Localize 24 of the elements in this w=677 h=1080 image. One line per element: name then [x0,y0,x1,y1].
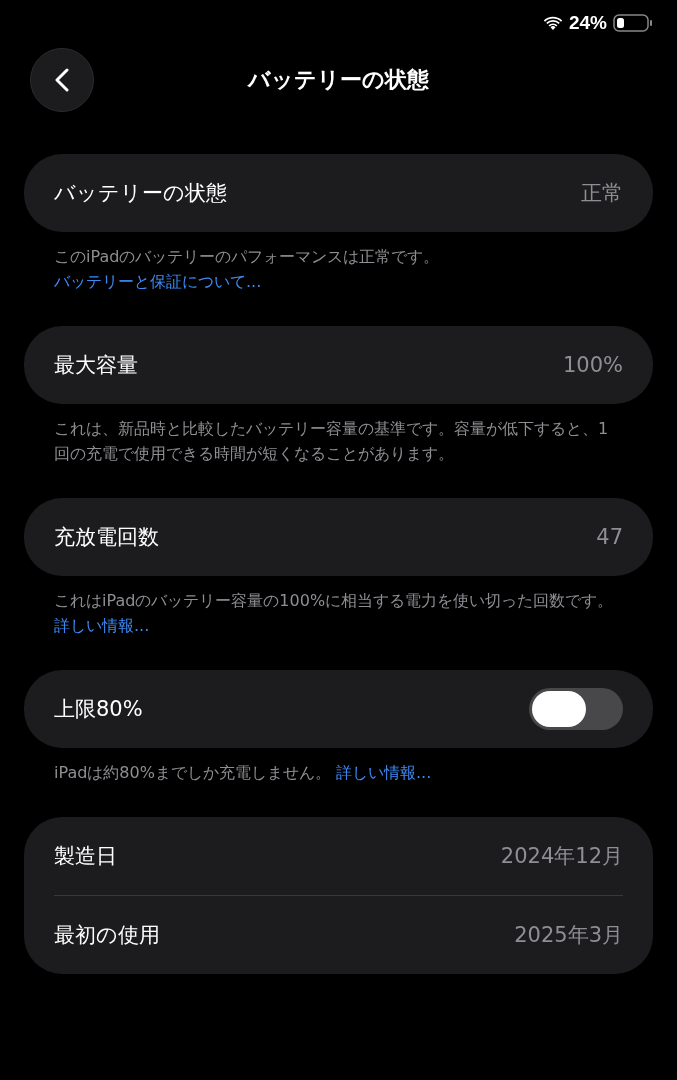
footer-note: このiPadのバッテリーのパフォーマンスは正常です。 バッテリーと保証について... [54,246,441,293]
learn-more-link[interactable]: バッテリーと保証について... [54,272,262,291]
row-label: 製造日 [54,843,117,870]
page-title: バッテリーの状態 [248,66,429,94]
battery-percentage: 24% [568,12,607,34]
learn-more-link[interactable]: 詳しい情報... [54,616,150,635]
row-value: 正常 [581,180,623,207]
footer-note: これはiPadのバッテリー容量の100%に相当する電力を使い切った回数です。 詳しい情報... [54,590,615,637]
footer-note: iPadは約80%までしか充電しません。 詳しい情報... [54,762,433,784]
footer-note: これは、新品時と比較したバッテリー容量の基準です。容量が低下すると、1回の充電で使用できる時間が短くなることがあります。 [54,418,610,465]
row-value: 2024年12月 [500,843,623,870]
row-label: 上限80% [54,696,143,723]
wifi-icon [542,15,563,31]
learn-more-link[interactable]: 詳しい情報... [336,763,432,782]
row-label: バッテリーの状態 [54,180,227,207]
row-label: 最初の使用 [54,922,160,949]
battery-icon [613,14,653,32]
toggle-switch[interactable] [529,688,623,730]
row-value: 47 [596,525,623,549]
row-label: 充放電回数 [54,524,159,551]
row-label: 最大容量 [54,352,138,379]
row-value: 2025年3月 [514,922,623,949]
row-value: 100% [562,353,623,377]
back-chevron-icon [55,68,69,92]
